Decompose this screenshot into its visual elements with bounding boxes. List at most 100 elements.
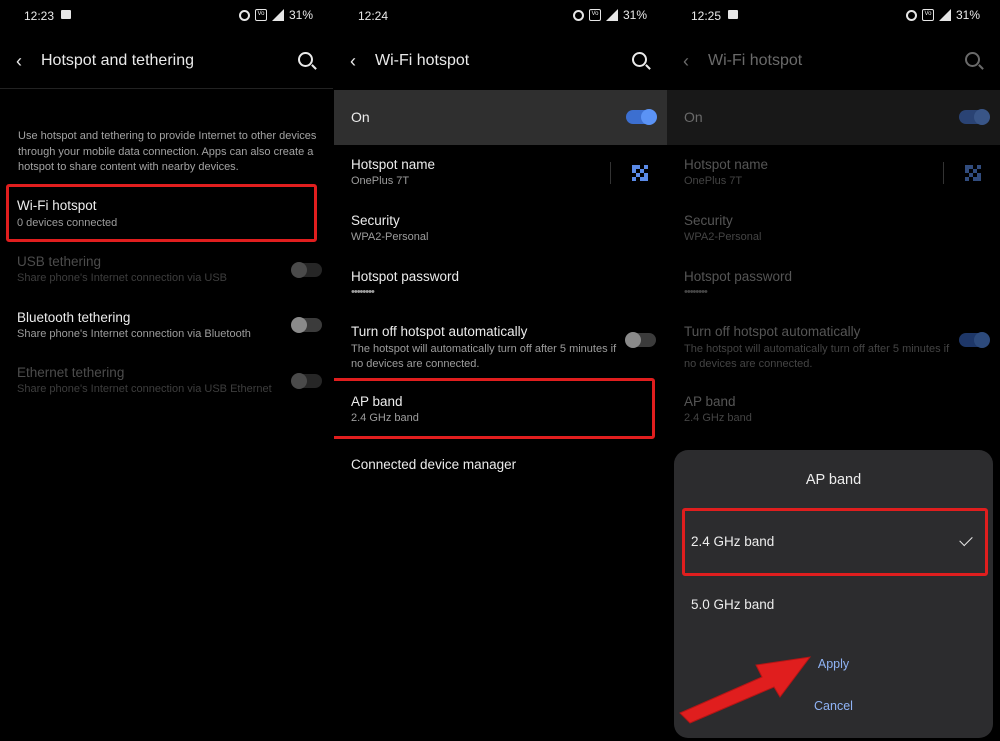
- item-subtitle: Share phone's Internet connection via US…: [17, 383, 272, 395]
- hotspot-password-item: Hotspot password ••••••••: [667, 262, 1000, 312]
- top-app-bar: ‹ Hotspot and tethering: [0, 36, 333, 86]
- item-title: USB tethering: [17, 254, 102, 269]
- hotspot-toggle: [959, 109, 990, 125]
- hotspot-name-item[interactable]: Hotspot name OnePlus 7T: [334, 150, 667, 200]
- highlight-box: [6, 184, 317, 242]
- battery-level: 31%: [622, 8, 647, 22]
- usb-tethering-item[interactable]: USB tethering Share phone's Internet con…: [0, 246, 333, 296]
- turn-off-automatically-item[interactable]: Turn off hotspot automatically The hotsp…: [334, 317, 667, 377]
- item-title: Security: [684, 213, 733, 228]
- item-title: Security: [351, 213, 400, 228]
- turn-off-automatically-item: Turn off hotspot automatically The hotsp…: [667, 317, 1000, 377]
- status-time: 12:24: [358, 9, 389, 23]
- screen-wifi-hotspot: 12:24 Vo 31% ‹ Wi-Fi hotspot On Hotspot …: [334, 0, 667, 741]
- connected-device-manager-item[interactable]: Connected device manager: [334, 450, 667, 490]
- annotation-arrow-icon: [679, 656, 812, 724]
- ap-band-item: AP band 2.4 GHz band: [667, 387, 1000, 437]
- status-bar: 12:24 Vo 31%: [334, 0, 667, 30]
- status-time: 12:25: [691, 9, 722, 23]
- search-icon[interactable]: [632, 52, 647, 67]
- hotspot-toggle[interactable]: [626, 109, 657, 125]
- volte-icon: Vo: [588, 9, 601, 21]
- item-title: Connected device manager: [351, 457, 517, 472]
- back-arrow-icon: ‹: [683, 51, 689, 71]
- item-subtitle: OnePlus 7T: [351, 175, 410, 187]
- auto-off-toggle[interactable]: [625, 332, 656, 348]
- nfc-icon: [572, 9, 584, 21]
- option-label: 5.0 GHz band: [691, 597, 775, 612]
- auto-off-toggle: [959, 332, 990, 348]
- security-item: Security WPA2-Personal: [667, 206, 1000, 256]
- item-subtitle: ••••••••: [351, 286, 375, 298]
- nfc-icon: [238, 9, 250, 21]
- toggle-knob: [291, 317, 307, 333]
- dialog-title: AP band: [805, 472, 862, 488]
- usb-tethering-toggle[interactable]: [291, 262, 322, 278]
- item-title: Ethernet tethering: [17, 365, 125, 380]
- nfc-icon: [905, 9, 917, 21]
- hotspot-password-item[interactable]: Hotspot password ••••••••: [334, 262, 667, 312]
- item-title: Turn off hotspot automatically: [684, 324, 861, 339]
- item-title: Hotspot name: [351, 157, 436, 172]
- ethernet-tethering-item[interactable]: Ethernet tethering Share phone's Interne…: [0, 358, 333, 408]
- toggle-knob: [291, 262, 307, 278]
- status-bar: 12:23 Vo 31%: [0, 0, 333, 30]
- security-item[interactable]: Security WPA2-Personal: [334, 206, 667, 256]
- item-subtitle: The hotspot will automatically turn off …: [351, 343, 617, 370]
- screen-wifi-hotspot-ap-band-dialog: 12:25 Vo 31% ‹ Wi-Fi hotspot On Hotspot …: [667, 0, 1000, 741]
- image-notification-icon: [61, 10, 71, 19]
- signal-icon: [271, 9, 284, 21]
- qr-code-icon: [965, 165, 981, 181]
- on-label: On: [684, 109, 703, 125]
- toggle-knob: [641, 109, 657, 125]
- volte-icon: Vo: [921, 9, 934, 21]
- top-app-bar: ‹ Wi-Fi hotspot: [667, 36, 1000, 86]
- option-5ghz[interactable]: 5.0 GHz band: [674, 584, 993, 628]
- item-title: Hotspot name: [684, 157, 769, 172]
- screen-hotspot-and-tethering: 12:23 Vo 31% ‹ Hotspot and tethering Use…: [0, 0, 333, 741]
- toggle-knob: [974, 109, 990, 125]
- item-subtitle: Share phone's Internet connection via US…: [17, 272, 228, 284]
- signal-icon: [938, 9, 951, 21]
- battery-level: 31%: [288, 8, 313, 22]
- bluetooth-tethering-toggle[interactable]: [291, 317, 322, 333]
- item-title: Turn off hotspot automatically: [351, 324, 528, 339]
- battery-level: 31%: [955, 8, 980, 22]
- signal-icon: [605, 9, 618, 21]
- hotspot-name-item: Hotspot name OnePlus 7T: [667, 150, 1000, 200]
- image-notification-icon: [728, 10, 738, 19]
- search-icon[interactable]: [298, 52, 313, 67]
- item-subtitle: ••••••••: [684, 286, 708, 298]
- top-app-bar: ‹ Wi-Fi hotspot: [334, 36, 667, 86]
- back-arrow-icon[interactable]: ‹: [16, 52, 22, 70]
- back-arrow-icon[interactable]: ‹: [350, 52, 356, 70]
- item-subtitle: Share phone's Internet connection via Bl…: [17, 328, 251, 340]
- divider: [610, 162, 611, 184]
- search-icon: [965, 52, 980, 67]
- item-subtitle: WPA2-Personal: [684, 231, 762, 243]
- item-title: Hotspot password: [351, 269, 460, 284]
- hotspot-master-switch-row[interactable]: On: [334, 90, 667, 145]
- item-subtitle: 2.4 GHz band: [684, 412, 752, 424]
- page-title: Hotspot and tethering: [41, 52, 194, 69]
- ethernet-tethering-toggle[interactable]: [291, 373, 322, 389]
- divider: [0, 88, 333, 89]
- item-title: AP band: [684, 394, 736, 409]
- toggle-knob: [625, 332, 641, 348]
- item-title: Bluetooth tethering: [17, 310, 131, 325]
- hotspot-master-switch-row: On: [667, 90, 1000, 145]
- page-title: Wi-Fi hotspot: [375, 52, 470, 69]
- description-text: Use hotspot and tethering to provide Int…: [18, 130, 317, 174]
- item-subtitle: OnePlus 7T: [684, 175, 743, 187]
- item-subtitle: The hotspot will automatically turn off …: [684, 343, 950, 370]
- highlight-box: [682, 508, 988, 576]
- bluetooth-tethering-item[interactable]: Bluetooth tethering Share phone's Intern…: [0, 302, 333, 352]
- status-time: 12:23: [24, 9, 55, 23]
- qr-code-icon[interactable]: [632, 165, 648, 181]
- item-subtitle: WPA2-Personal: [351, 231, 429, 243]
- status-bar: 12:25 Vo 31%: [667, 0, 1000, 30]
- toggle-knob: [974, 332, 990, 348]
- toggle-knob: [291, 373, 307, 389]
- highlight-box: [334, 378, 655, 439]
- on-label: On: [351, 109, 370, 125]
